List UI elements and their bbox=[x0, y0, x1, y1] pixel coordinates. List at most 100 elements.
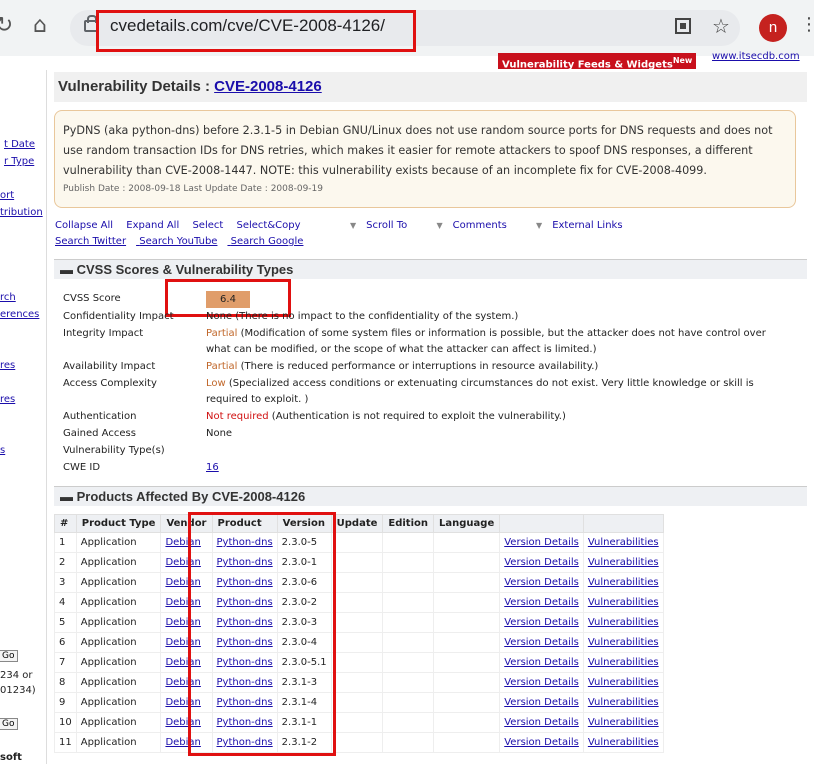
table-cell bbox=[433, 552, 501, 573]
col-update[interactable]: Update bbox=[330, 514, 384, 533]
cve-id-link[interactable]: CVE-2008-4126 bbox=[214, 78, 322, 95]
row-vulnerabilities-link[interactable]: Vulnerabilities bbox=[588, 557, 659, 568]
external-links-dropdown[interactable]: ▼ External Links bbox=[536, 220, 633, 231]
description-text: PyDNS (aka python-dns) before 2.3.1-5 in… bbox=[63, 124, 773, 177]
cwe-id-link[interactable]: 16 bbox=[206, 460, 219, 476]
row-vulnerabilities-link[interactable]: Vulnerabilities bbox=[588, 537, 659, 548]
sidebar-link[interactable]: erences bbox=[0, 309, 39, 320]
table-cell: Version Details bbox=[499, 672, 584, 693]
search-google-link[interactable]: Search Google bbox=[231, 236, 304, 247]
col-number[interactable]: # bbox=[54, 514, 77, 533]
table-cell: Version Details bbox=[499, 732, 584, 753]
cvss-section-header[interactable]: ▬ CVSS Scores & Vulnerability Types bbox=[54, 259, 807, 279]
go-button[interactable]: Go bbox=[0, 718, 19, 730]
row-product-type: Application bbox=[80, 657, 137, 668]
table-cell bbox=[330, 712, 384, 733]
row-product-type: Application bbox=[80, 697, 137, 708]
table-cell: Vulnerabilities bbox=[582, 592, 664, 613]
row-vulnerabilities-link[interactable]: Vulnerabilities bbox=[588, 717, 659, 728]
row-version-details-link[interactable]: Version Details bbox=[504, 697, 579, 708]
row-vulnerabilities-link[interactable]: Vulnerabilities bbox=[588, 617, 659, 628]
go-button[interactable]: Go bbox=[0, 650, 19, 662]
row-vulnerabilities-link[interactable]: Vulnerabilities bbox=[588, 657, 659, 668]
row-version-details-link[interactable]: Version Details bbox=[504, 557, 579, 568]
row-vulnerabilities-link[interactable]: Vulnerabilities bbox=[588, 577, 659, 588]
table-cell bbox=[382, 692, 435, 713]
action-links-row-1: Collapse All Expand All Select Select&Co… bbox=[55, 220, 311, 231]
sidebar-link[interactable]: res bbox=[0, 360, 15, 371]
qr-code-icon[interactable] bbox=[675, 18, 691, 34]
sidebar-link[interactable]: r Type bbox=[4, 156, 34, 167]
row-vulnerabilities-link[interactable]: Vulnerabilities bbox=[588, 597, 659, 608]
availability-value: Partial (There is reduced performance or… bbox=[206, 359, 766, 375]
table-cell: 1 bbox=[54, 532, 77, 553]
scroll-to-dropdown[interactable]: ▼ Scroll To bbox=[350, 220, 417, 231]
row-version-details-link[interactable]: Version Details bbox=[504, 637, 579, 648]
col-edition[interactable]: Edition bbox=[382, 514, 435, 533]
sidebar-link[interactable]: res bbox=[0, 394, 15, 405]
row-version-details-link[interactable]: Version Details bbox=[504, 657, 579, 668]
row-product-type: Application bbox=[80, 637, 137, 648]
auth-level: Not required bbox=[206, 411, 269, 422]
table-cell: Application bbox=[75, 712, 162, 733]
comments-dropdown[interactable]: ▼ Comments bbox=[436, 220, 516, 231]
table-cell bbox=[330, 572, 384, 593]
product-version-highlight-box bbox=[188, 512, 336, 756]
table-cell bbox=[433, 572, 501, 593]
table-cell bbox=[433, 632, 501, 653]
menu-dots-icon[interactable]: ⋮ bbox=[800, 14, 814, 35]
home-icon[interactable]: ⌂ bbox=[28, 14, 52, 38]
itsecdb-link[interactable]: www.itsecdb.com bbox=[712, 51, 800, 62]
table-cell: Vulnerabilities bbox=[582, 572, 664, 593]
sidebar-text: 01234) bbox=[0, 685, 36, 696]
search-youtube-link[interactable]: Search YouTube bbox=[139, 236, 217, 247]
row-version-details-link[interactable]: Version Details bbox=[504, 737, 579, 748]
products-section-header[interactable]: ▬ Products Affected By CVE-2008-4126 bbox=[54, 486, 807, 506]
access-level: Low bbox=[206, 378, 226, 389]
collapse-all-link[interactable]: Collapse All bbox=[55, 220, 113, 231]
row-version-details-link[interactable]: Version Details bbox=[504, 717, 579, 728]
search-twitter-link[interactable]: Search Twitter bbox=[55, 236, 126, 247]
row-vulnerabilities-link[interactable]: Vulnerabilities bbox=[588, 697, 659, 708]
table-cell bbox=[330, 552, 384, 573]
confidentiality-label: Confidentiality Impact bbox=[63, 311, 174, 322]
table-cell: Application bbox=[75, 652, 162, 673]
sidebar-link[interactable]: s bbox=[0, 445, 5, 456]
table-cell: Version Details bbox=[499, 712, 584, 733]
chevron-down-icon: ▼ bbox=[436, 221, 443, 230]
table-cell: 4 bbox=[54, 592, 77, 613]
col-product-type[interactable]: Product Type bbox=[75, 514, 162, 533]
reload-icon[interactable]: ↻ bbox=[0, 14, 16, 38]
row-version-details-link[interactable]: Version Details bbox=[504, 597, 579, 608]
table-cell bbox=[330, 732, 384, 753]
avatar[interactable]: n bbox=[759, 14, 787, 42]
table-row: 11 Application Debian Python-dns 2.3.1-2 Vers… bbox=[54, 732, 664, 753]
row-vulnerabilities-link[interactable]: Vulnerabilities bbox=[588, 737, 659, 748]
select-link[interactable]: Select bbox=[192, 220, 223, 231]
row-vulnerabilities-link[interactable]: Vulnerabilities bbox=[588, 677, 659, 688]
row-version-details-link[interactable]: Version Details bbox=[504, 577, 579, 588]
row-version-details-link[interactable]: Version Details bbox=[504, 677, 579, 688]
sidebar-link[interactable]: tribution bbox=[0, 207, 43, 218]
col-language[interactable]: Language bbox=[433, 514, 501, 533]
row-version-details-link[interactable]: Version Details bbox=[504, 617, 579, 628]
table-cell: 9 bbox=[54, 692, 77, 713]
conf-level: None bbox=[206, 311, 233, 322]
chevron-down-icon: ▼ bbox=[350, 221, 357, 230]
row-vulnerabilities-link[interactable]: Vulnerabilities bbox=[588, 637, 659, 648]
scroll-to-label: Scroll To bbox=[366, 220, 408, 231]
sidebar-link[interactable]: t Date bbox=[4, 139, 35, 150]
table-cell: Vulnerabilities bbox=[582, 532, 664, 553]
row-version-details-link[interactable]: Version Details bbox=[504, 537, 579, 548]
star-icon[interactable]: ☆ bbox=[712, 14, 730, 38]
table-row: 1 Application Debian Python-dns 2.3.0-5 Versi… bbox=[54, 532, 664, 553]
select-copy-link[interactable]: Select&Copy bbox=[236, 220, 300, 231]
sidebar-link[interactable]: ort bbox=[0, 190, 14, 201]
table-cell bbox=[382, 732, 435, 753]
row-product-type: Application bbox=[80, 557, 137, 568]
sidebar-link[interactable]: rch bbox=[0, 292, 16, 303]
expand-all-link[interactable]: Expand All bbox=[126, 220, 179, 231]
row-number: 8 bbox=[59, 677, 66, 688]
vulnerability-feeds-button[interactable]: Vulnerability Feeds & WidgetsNew bbox=[498, 53, 697, 70]
table-cell bbox=[382, 572, 435, 593]
